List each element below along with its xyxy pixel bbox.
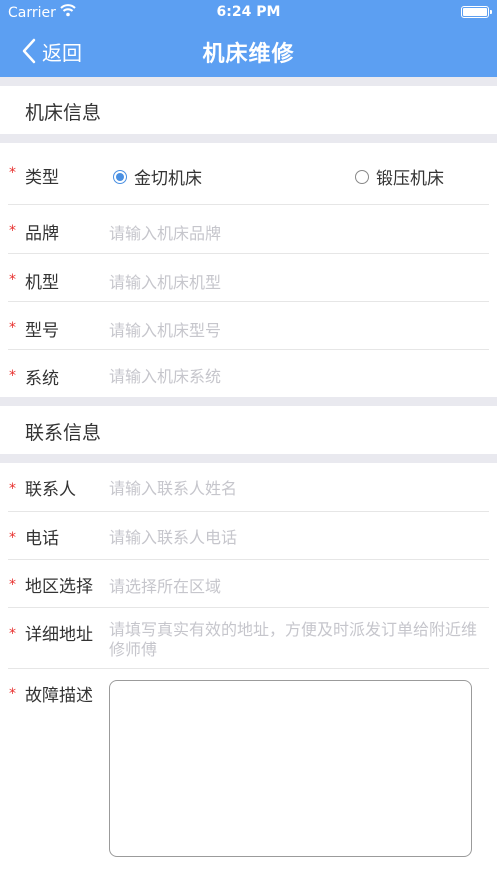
type-no-row[interactable]: * 型号 请输入机床型号 [0,302,497,349]
required-mark: * [9,577,16,593]
required-mark: * [9,626,16,642]
brand-input[interactable]: 请输入机床品牌 [109,220,221,244]
radio-unselected-icon [355,169,369,184]
section-gap [0,454,497,463]
system-row[interactable]: * 系统 请输入机床系统 [0,350,497,397]
phone-row[interactable]: * 电话 请输入联系人电话 [0,512,497,559]
page-title: 机床维修 [202,42,295,67]
type-no-input[interactable]: 请输入机床型号 [109,317,221,341]
type-row: * 类型 金切机床 锻压机床 [0,143,497,204]
clock: 6:24 PM [216,4,281,20]
contact-input[interactable]: 请输入联系人姓名 [109,475,237,499]
radio-cutting-machine[interactable]: 金切机床 [113,164,202,189]
required-mark: * [9,530,16,546]
model-label: 机型 [25,273,59,293]
phone-label: 电话 [25,529,59,549]
section-gap [0,397,497,406]
section-gap [0,77,497,86]
required-mark: * [9,481,16,497]
type-label: 类型 [25,168,59,188]
model-row[interactable]: * 机型 请输入机床机型 [0,254,497,301]
brand-row[interactable]: * 品牌 请输入机床品牌 [0,205,497,253]
region-row[interactable]: * 地区选择 请选择所在区域 [0,560,497,607]
model-input[interactable]: 请输入机床机型 [109,269,221,293]
fault-description-textarea[interactable] [109,680,472,857]
radio-label: 锻压机床 [376,169,444,189]
phone-input[interactable]: 请输入联系人电话 [109,524,237,548]
required-mark: * [9,320,16,336]
radio-label: 金切机床 [134,169,202,189]
radio-forging-machine[interactable]: 锻压机床 [355,164,444,189]
battery-icon [461,6,492,18]
status-bar: Carrier 6:24 PM [0,0,497,26]
contact-row[interactable]: * 联系人 请输入联系人姓名 [0,463,497,511]
address-row[interactable]: * 详细地址 请填写真实有效的地址，方便及时派发订单给附近维修师傅 [0,608,497,668]
section-gap [0,134,497,143]
section-title-machine: 机床信息 [25,102,102,124]
contact-label: 联系人 [25,480,76,500]
radio-selected-icon [113,169,127,184]
system-label: 系统 [25,369,59,389]
system-input[interactable]: 请输入机床系统 [109,363,221,387]
required-mark: * [9,272,16,288]
fault-label: 故障描述 [25,686,93,706]
region-label: 地区选择 [25,577,93,597]
required-mark: * [9,223,16,239]
brand-label: 品牌 [25,224,59,244]
type-no-label: 型号 [25,321,59,341]
address-label: 详细地址 [25,625,93,645]
required-mark: * [9,165,16,181]
address-input[interactable]: 请填写真实有效的地址，方便及时派发订单给附近维修师傅 [109,620,479,660]
header: Carrier 6:24 PM 返回 机床维修 [0,0,497,77]
region-select[interactable]: 请选择所在区域 [109,573,221,597]
section-title-contact: 联系信息 [25,422,102,444]
required-mark: * [9,368,16,384]
required-mark: * [9,686,16,702]
